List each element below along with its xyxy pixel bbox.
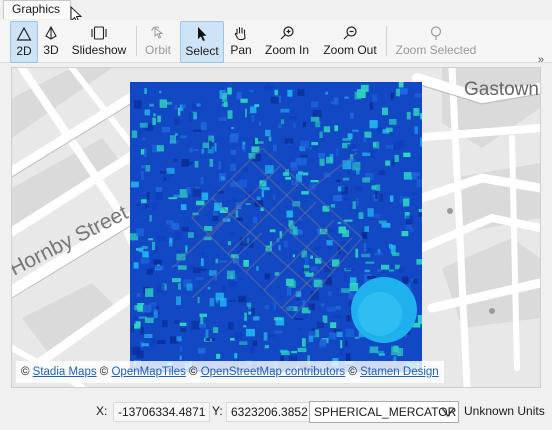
attribution-sep: ©	[185, 366, 201, 378]
triangle-2d-icon	[16, 26, 32, 41]
tab-graphics[interactable]: Graphics	[3, 0, 72, 19]
zoom-selected-button[interactable]: Zoom Selected	[393, 21, 479, 61]
slideshow-button[interactable]: Slideshow	[69, 21, 129, 61]
orbit-icon	[151, 26, 164, 39]
toolbar: 2D 3D Slideshow Orbit Select Pan Zoom In…	[0, 20, 552, 66]
pyramid-3d-icon	[45, 25, 57, 40]
units-label: Unknown Units	[464, 404, 545, 418]
projection-select[interactable]: SPHERICAL_MERCATOR	[309, 401, 459, 423]
3d-button[interactable]: 3D	[40, 21, 62, 61]
hand-icon	[234, 26, 246, 41]
x-coordinate-value: -13706334.4871	[113, 402, 211, 422]
chevron-down-icon	[441, 407, 455, 418]
attribution-link-stamen[interactable]: Stamen Design	[360, 366, 439, 378]
map-attribution: © Stadia Maps © OpenMapTiles © OpenStree…	[16, 361, 444, 383]
slideshow-button-label: Slideshow	[71, 43, 127, 57]
status-bar: X: -13706334.4871 Y: 6323206.3852 SPHERI…	[0, 398, 552, 426]
attribution-sep: ©	[345, 366, 361, 378]
zoom-in-button[interactable]: Zoom In	[261, 21, 313, 61]
point-data-layer[interactable]	[130, 82, 429, 379]
3d-button-label: 3D	[43, 43, 59, 57]
x-coordinate-label: X:	[96, 404, 108, 418]
toolbar-separator	[386, 26, 387, 56]
attribution-link-stadia[interactable]: Stadia Maps	[33, 366, 97, 378]
y-coordinate-label: Y:	[212, 404, 223, 418]
zoom-out-button[interactable]: Zoom Out	[319, 21, 381, 61]
zoom-selected-icon	[430, 26, 442, 40]
zoom-out-icon	[343, 26, 357, 40]
pan-button[interactable]: Pan	[227, 21, 255, 61]
arrow-pointer-icon	[198, 27, 207, 41]
attribution-link-osm[interactable]: OpenStreetMap contributors	[201, 366, 345, 378]
map-poi-marker	[447, 208, 453, 214]
orbit-button-label: Orbit	[144, 43, 171, 57]
y-coordinate-value: 6323206.3852	[226, 402, 313, 422]
data-hotspot-core	[358, 292, 402, 336]
attribution-link-openmaptiles[interactable]: OpenMapTiles	[111, 366, 185, 378]
map-view[interactable]: Hornby Street Gastown © Stadia Maps © Op…	[11, 67, 541, 388]
orbit-button[interactable]: Orbit	[141, 21, 175, 61]
tab-graphics-label: Graphics	[12, 2, 61, 16]
toolbar-overflow-button[interactable]: »	[538, 54, 544, 66]
projection-select-value: SPHERICAL_MERCATOR	[314, 405, 457, 419]
2d-button-label: 2D	[16, 44, 32, 58]
map-canvas[interactable]: Hornby Street Gastown	[12, 68, 540, 387]
pan-button-label: Pan	[230, 43, 252, 57]
area-label-gastown: Gastown	[464, 79, 539, 100]
map-poi-marker	[489, 308, 495, 314]
select-button[interactable]: Select	[180, 21, 224, 63]
slideshow-icon	[91, 26, 107, 40]
zoom-in-icon	[280, 26, 294, 40]
zoom-out-button-label: Zoom Out	[323, 43, 377, 57]
select-button-label: Select	[185, 44, 219, 58]
attribution-sep: ©	[21, 366, 33, 378]
attribution-sep: ©	[96, 366, 112, 378]
2d-button[interactable]: 2D	[10, 21, 38, 63]
toolbar-separator	[136, 26, 137, 56]
zoom-in-button-label: Zoom In	[264, 43, 309, 57]
tab-bar: Graphics	[0, 0, 552, 24]
zoom-selected-button-label: Zoom Selected	[395, 43, 477, 57]
